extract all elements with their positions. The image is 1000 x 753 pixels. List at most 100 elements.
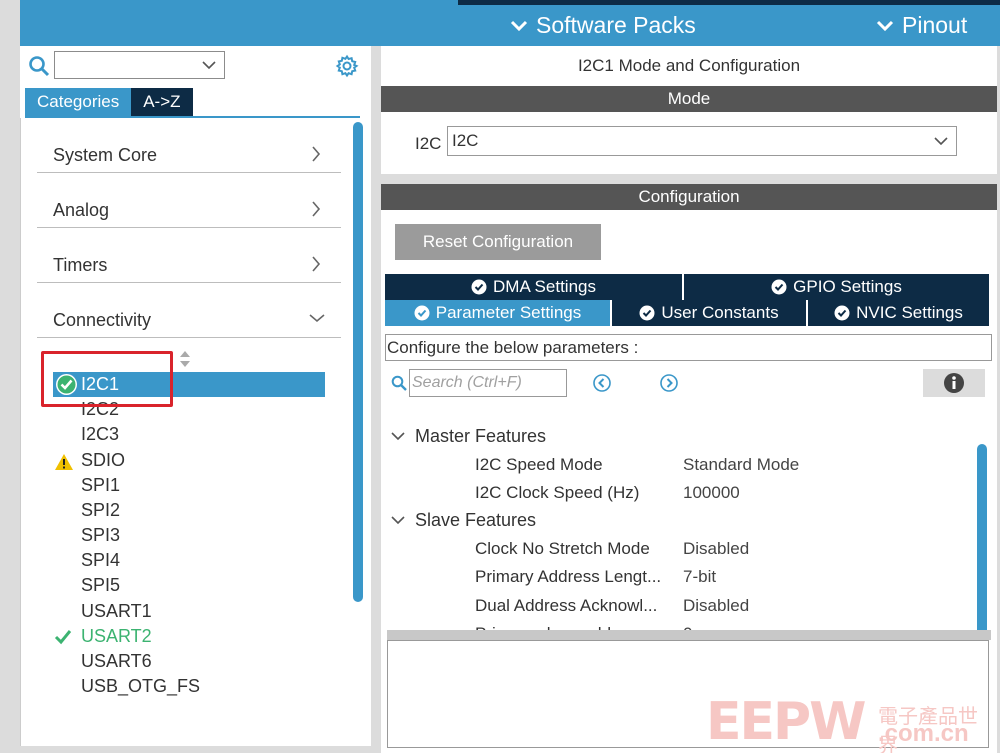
parameter-search-input[interactable]: Search (Ctrl+F): [409, 369, 567, 397]
check-circle-icon: [414, 305, 430, 321]
gear-icon[interactable]: [335, 54, 359, 78]
pinout-label: Pinout: [902, 12, 968, 38]
group-master-features[interactable]: Master Features: [391, 426, 546, 447]
tab-label: NVIC Settings: [856, 303, 963, 322]
param-value[interactable]: Standard Mode: [683, 455, 799, 475]
category-connectivity[interactable]: Connectivity: [37, 283, 341, 338]
tab-label: User Constants: [661, 303, 779, 322]
check-circle-icon: [639, 305, 655, 321]
list-item-spi1[interactable]: SPI1: [81, 473, 120, 498]
param-value[interactable]: Disabled: [683, 539, 749, 559]
tab-categories[interactable]: Categories: [25, 88, 132, 116]
previous-match-icon[interactable]: [593, 374, 611, 392]
check-circle-icon: [834, 305, 850, 321]
reset-configuration-button[interactable]: Reset Configuration: [395, 224, 601, 260]
category-label: System Core: [53, 145, 158, 165]
i2c-mode-select[interactable]: I2C: [447, 126, 957, 156]
mode-header: Mode: [381, 86, 997, 112]
param-primary-address-length[interactable]: Primary Address Lengt...: [475, 567, 661, 587]
list-item-spi5[interactable]: SPI5: [81, 573, 120, 598]
param-clock-no-stretch[interactable]: Clock No Stretch Mode: [475, 539, 650, 559]
next-match-icon[interactable]: [660, 374, 678, 392]
horizontal-scrollbar[interactable]: [387, 630, 991, 640]
search-icon: [391, 375, 407, 391]
chevron-down-icon: [510, 20, 528, 31]
param-i2c-speed-mode[interactable]: I2C Speed Mode: [475, 455, 603, 475]
list-item-usb-otg-fs[interactable]: USB_OTG_FS: [81, 674, 200, 699]
tab-nvic-settings[interactable]: NVIC Settings: [808, 300, 989, 326]
watermark-brand: EEPW: [706, 692, 867, 752]
category-label: Timers: [53, 255, 108, 275]
param-dual-address-ack[interactable]: Dual Address Acknowl...: [475, 596, 657, 616]
check-icon: [54, 630, 72, 645]
check-circle-icon: [471, 279, 487, 295]
page-title: I2C1 Mode and Configuration: [381, 46, 997, 86]
group-label: Slave Features: [415, 510, 537, 530]
list-item-usart1[interactable]: USART1: [81, 599, 152, 624]
param-value[interactable]: 100000: [683, 483, 740, 503]
sidebar-scrollbar[interactable]: [353, 122, 363, 602]
category-system-core[interactable]: System Core: [37, 118, 341, 173]
list-item-sdio[interactable]: SDIO: [81, 448, 125, 473]
configuration-header: Configuration: [381, 184, 997, 210]
chevron-down-icon: [391, 516, 405, 525]
category-search-row: [20, 46, 371, 88]
chevron-right-icon: [312, 201, 321, 217]
category-timers[interactable]: Timers: [37, 228, 341, 283]
tab-user-constants[interactable]: User Constants: [612, 300, 808, 326]
software-packs-label: Software Packs: [536, 12, 696, 38]
list-item-spi2[interactable]: SPI2: [81, 498, 120, 523]
category-tabs: Categories A->Z: [25, 88, 193, 116]
parameter-tree: Master Features I2C Speed Mode Standard …: [387, 400, 987, 643]
search-icon[interactable]: [28, 55, 50, 77]
list-item-spi4[interactable]: SPI4: [81, 548, 120, 573]
highlight-box: [41, 351, 173, 407]
tab-parameter-settings[interactable]: Parameter Settings: [385, 300, 612, 326]
parameter-search: Search (Ctrl+F): [391, 369, 567, 397]
mode-section: I2C I2C: [381, 112, 997, 174]
configuration-panel: I2C1 Mode and Configuration Mode I2C I2C…: [381, 46, 1000, 753]
list-item-i2c3[interactable]: I2C3: [81, 422, 119, 447]
i2c-mode-label: I2C: [415, 134, 442, 153]
tab-a-z[interactable]: A->Z: [131, 88, 193, 116]
list-item-usart6[interactable]: USART6: [81, 649, 152, 674]
chevron-right-icon: [312, 146, 321, 162]
software-packs-menu[interactable]: Software Packs: [510, 12, 696, 39]
info-button[interactable]: [923, 369, 985, 397]
tab-gpio-settings[interactable]: GPIO Settings: [684, 274, 989, 300]
i2c-mode-value: I2C: [452, 131, 479, 150]
configuration-section: Reset Configuration DMA Settings GPIO Se…: [381, 210, 997, 753]
group-slave-features[interactable]: Slave Features: [391, 510, 536, 531]
settings-tabs-row-1: DMA Settings GPIO Settings: [385, 274, 989, 300]
tab-dma-settings[interactable]: DMA Settings: [385, 274, 684, 300]
param-i2c-clock-speed[interactable]: I2C Clock Speed (Hz): [475, 483, 639, 503]
param-value[interactable]: 7-bit: [683, 567, 716, 587]
categories-panel: Categories A->Z System Core Analog Timer…: [20, 46, 371, 746]
top-strip: [458, 0, 1000, 5]
chevron-down-icon: [876, 20, 894, 31]
watermark-url: .com.cn: [878, 720, 969, 747]
warning-icon: [55, 454, 73, 470]
configure-hint: Configure the below parameters :: [385, 334, 992, 361]
check-circle-icon: [771, 279, 787, 295]
category-label: Connectivity: [53, 310, 152, 330]
list-item-usart2[interactable]: USART2: [81, 624, 152, 649]
top-toolbar: Software Packs Pinout: [20, 0, 1000, 46]
chevron-down-icon: [202, 61, 216, 70]
chevron-down-icon: [391, 432, 405, 441]
settings-tabs-row-2: Parameter Settings User Constants NVIC S…: [385, 300, 989, 326]
group-label: Master Features: [415, 426, 547, 446]
category-search-input[interactable]: [54, 51, 225, 79]
info-icon: [944, 373, 964, 393]
tab-label: Parameter Settings: [435, 303, 582, 322]
chevron-right-icon: [312, 256, 321, 272]
tab-label: GPIO Settings: [793, 277, 902, 296]
sort-icon[interactable]: [179, 350, 191, 368]
category-list: System Core Analog Timers Connectivity I…: [20, 118, 371, 746]
category-analog[interactable]: Analog: [37, 173, 341, 228]
tab-label: DMA Settings: [493, 277, 596, 296]
list-item-spi3[interactable]: SPI3: [81, 523, 120, 548]
chevron-down-icon: [309, 314, 325, 323]
param-value[interactable]: Disabled: [683, 596, 749, 616]
pinout-menu[interactable]: Pinout: [876, 12, 967, 39]
